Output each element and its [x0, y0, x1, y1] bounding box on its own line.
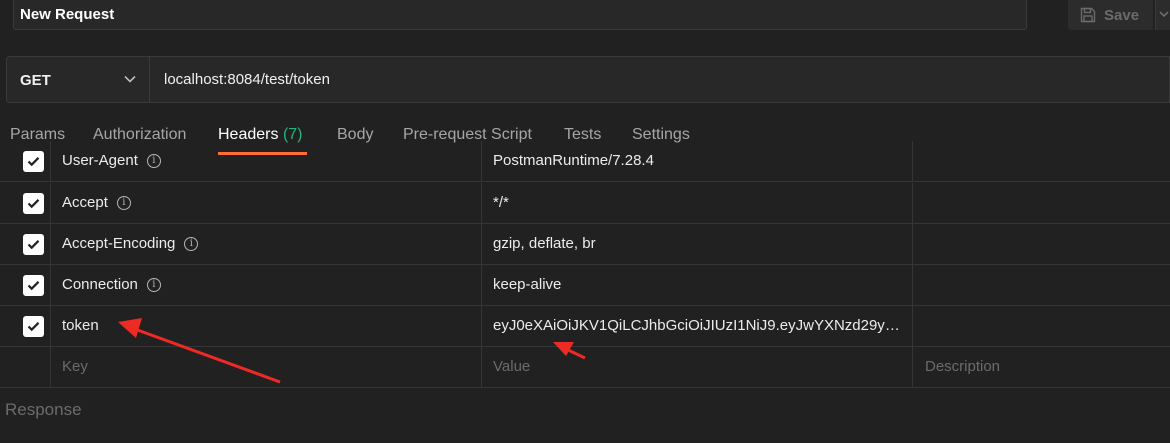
table-row: token eyJ0eXAiOiJKV1QiLCJhbGciOiJIUzI1Ni… [0, 306, 1170, 347]
new-key-cell[interactable]: Key [51, 347, 482, 387]
header-description-cell[interactable] [913, 265, 1170, 305]
header-value-cell[interactable]: eyJ0eXAiOiJKV1QiLCJhbGciOiJIUzI1NiJ9.eyJ… [482, 306, 913, 346]
request-name[interactable]: New Request [20, 6, 114, 23]
method-select[interactable]: GET [7, 57, 150, 102]
table-row: Accept i */* [0, 183, 1170, 224]
header-value-cell[interactable]: gzip, deflate, br [482, 224, 913, 264]
url-bar: GET [6, 56, 1170, 103]
save-label: Save [1104, 6, 1140, 24]
header-value: keep-alive [493, 276, 562, 293]
description-placeholder: Description [925, 358, 1001, 375]
chevron-down-icon [124, 75, 136, 83]
table-row: User-Agent i PostmanRuntime/7.28.4 [0, 141, 1170, 182]
header-enabled-checkbox[interactable] [23, 193, 44, 214]
header-value-cell[interactable]: */* [482, 183, 913, 223]
header-key-cell[interactable]: Connection i [51, 265, 482, 305]
header-key: Accept [62, 194, 108, 211]
url-input[interactable] [151, 57, 1161, 102]
header-description-cell[interactable] [913, 306, 1170, 346]
key-placeholder: Key [62, 358, 88, 375]
header-key-cell[interactable]: Accept-Encoding i [51, 224, 482, 264]
table-row: Connection i keep-alive [0, 265, 1170, 306]
header-key: User-Agent [62, 152, 138, 169]
header-value: eyJ0eXAiOiJKV1QiLCJhbGciOiJIUzI1NiJ9.eyJ… [493, 317, 905, 334]
new-header-row: Key Value Description [0, 347, 1170, 388]
method-label: GET [20, 72, 51, 89]
value-placeholder: Value [493, 358, 531, 375]
header-description-cell[interactable] [913, 183, 1170, 223]
save-options-button[interactable] [1155, 0, 1170, 30]
row-check-cell [0, 183, 51, 223]
row-check-cell [0, 141, 51, 181]
save-icon [1080, 7, 1096, 23]
row-check-cell [0, 347, 51, 387]
header-enabled-checkbox[interactable] [23, 316, 44, 337]
info-icon[interactable]: i [116, 195, 131, 210]
top-bar: New Request Save [0, 0, 1170, 40]
info-icon[interactable]: i [184, 236, 199, 251]
check-icon [27, 240, 40, 250]
header-key: token [62, 317, 99, 334]
request-name-field[interactable]: New Request [13, 0, 1027, 30]
row-check-cell [0, 306, 51, 346]
check-icon [27, 322, 40, 332]
check-icon [27, 199, 40, 209]
chevron-down-icon [1159, 11, 1169, 18]
save-button[interactable]: Save [1068, 0, 1153, 30]
header-key-cell[interactable]: token [51, 306, 482, 346]
header-description-cell[interactable] [913, 224, 1170, 264]
new-description-cell[interactable]: Description [913, 347, 1170, 387]
header-value: PostmanRuntime/7.28.4 [493, 152, 654, 169]
header-enabled-checkbox[interactable] [23, 275, 44, 296]
header-key-cell[interactable]: Accept i [51, 183, 482, 223]
header-value-cell[interactable]: PostmanRuntime/7.28.4 [482, 141, 913, 181]
info-icon[interactable]: i [146, 153, 161, 168]
header-value-cell[interactable]: keep-alive [482, 265, 913, 305]
header-key-cell[interactable]: User-Agent i [51, 141, 482, 181]
row-check-cell [0, 265, 51, 305]
header-key: Connection [62, 276, 138, 293]
header-key: Accept-Encoding [62, 235, 176, 252]
info-icon[interactable]: i [146, 277, 161, 292]
check-icon [27, 281, 40, 291]
header-value: */* [493, 194, 509, 211]
response-section-label: Response [5, 400, 82, 419]
header-enabled-checkbox[interactable] [23, 234, 44, 255]
new-value-cell[interactable]: Value [482, 347, 913, 387]
header-value: gzip, deflate, br [493, 235, 596, 252]
header-enabled-checkbox[interactable] [23, 151, 44, 172]
row-check-cell [0, 224, 51, 264]
check-icon [27, 157, 40, 167]
table-row: Accept-Encoding i gzip, deflate, br [0, 224, 1170, 265]
header-description-cell[interactable] [913, 141, 1170, 181]
